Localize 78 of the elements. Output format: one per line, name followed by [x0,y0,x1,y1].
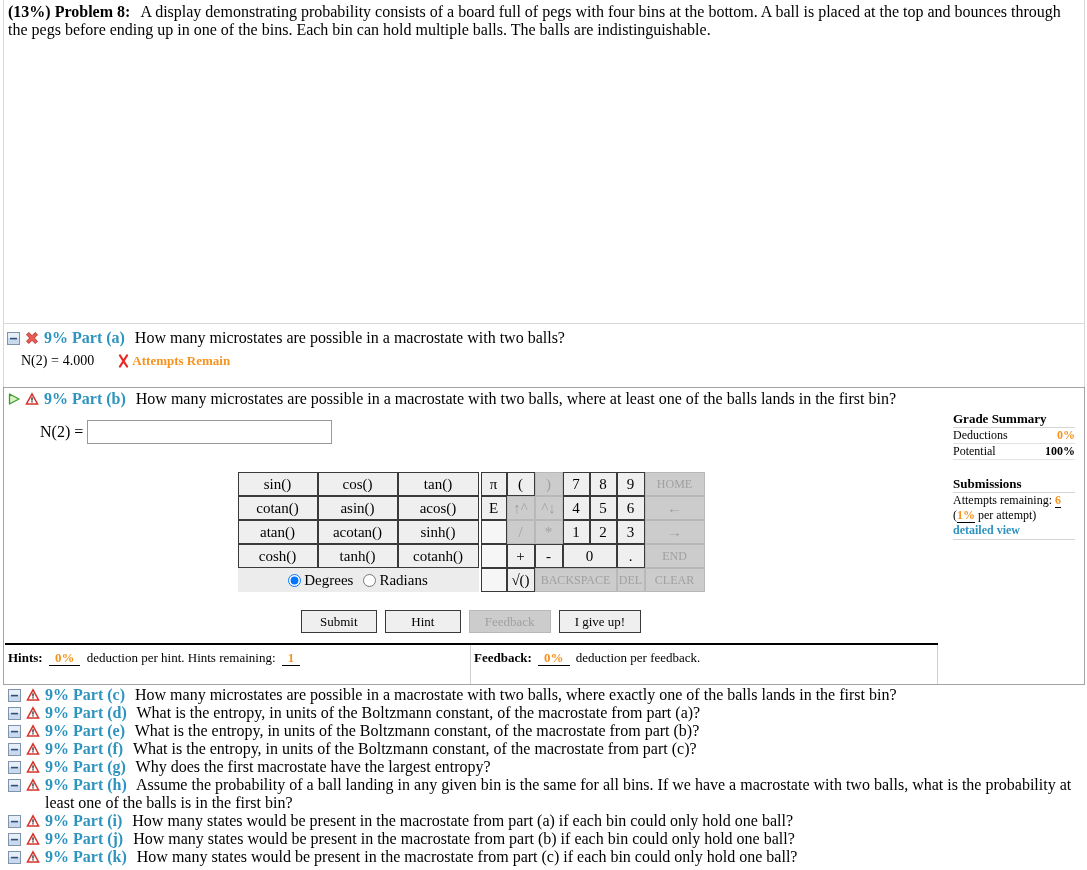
keypad-key[interactable]: 4 [562,496,590,520]
detailed-view-link[interactable]: detailed view [953,523,1020,537]
blank-key [480,520,507,544]
summary-label: Potential [953,444,996,459]
collapse-icon[interactable] [8,833,21,846]
part-question: 9% Part (i) How many states would be present in the macrostate from part (a) if each bin could only hold one ball? [45,812,794,830]
keypad-key[interactable]: π [480,472,507,496]
part-question: 9% Part (k) How many states would be present in the macrostate from part (c) if each bin could only hold one ball? [45,848,799,866]
part-question: 9% Part (d) What is the entropy, in units of the Boltzmann constant, of the macrostate from part (a)? [45,704,702,722]
collapse-icon[interactable] [8,725,21,738]
collapse-icon[interactable] [7,332,20,345]
part-question: 9% Part (j) How many states would be present in the macrostate from part (b) if each bin could only hold one ball? [45,830,796,848]
keypad-key[interactable]: E [480,496,507,520]
keypad-key[interactable]: √() [506,568,535,592]
summary-value: 0% [1057,428,1075,443]
part-question: 9% Part (b) How many microstates are possible in a macrostate with two balls, where at least one of the balls lands in the first bin? [44,390,897,408]
function-key[interactable]: atan() [237,520,318,544]
keypad-key[interactable]: ( [506,472,535,496]
play-icon[interactable] [8,393,20,405]
function-key[interactable]: acos() [397,496,479,520]
radio-label[interactable]: Degrees [304,571,354,589]
function-key[interactable]: asin() [317,496,398,520]
attempts-remaining-text: Attempts remaining: 6 [953,493,1062,508]
radio-button[interactable] [288,573,302,587]
function-key[interactable]: tan() [397,472,479,496]
hints-text: Hints: 0% deduction per hint. Hints remaining: 1 [8,650,467,666]
function-key[interactable]: acotan() [317,520,398,544]
keypad-key[interactable]: 5 [589,496,617,520]
function-key[interactable]: cos() [317,472,398,496]
answer-prompt: N(2) = [21,353,59,369]
function-key[interactable]: cotan() [237,496,318,520]
radio-button[interactable] [363,573,377,587]
result-text: Attempts Remain [132,353,231,369]
collapse-icon[interactable] [8,743,21,756]
part-question: 9% Part (c) How many microstates are possible in a macrostate with two balls, where exactly one of the balls lands in the first bin? [45,686,898,704]
keypad-key[interactable]: 9 [616,472,645,496]
blank-key [480,568,507,592]
part-question: 9% Part (h) Assume the probability of a ball landing in any given bin is the same for all bins. If we have a macrostate with two balls, what is the probability at least one of the balls is in the first bin? [45,776,1073,812]
part-question: 9% Part (f) What is the entropy, in units of the Boltzmann constant, of the macrostate from part (c)? [45,740,698,758]
keypad-key[interactable]: + [506,544,535,568]
part-question: 9% Part (e) What is the entropy, in units of the Boltzmann constant, of the macrostate from part (b)? [45,722,701,740]
function-key[interactable]: sinh() [397,520,479,544]
summary-value: 100% [1045,444,1075,459]
function-key[interactable]: cosh() [237,544,318,568]
action-button[interactable]: I give up! [558,610,642,633]
attempt-penalty-text: (1% per attempt) [953,508,1038,523]
collapse-icon[interactable] [8,779,21,792]
feedback-text: Feedback: 0% deduction per feedback. [474,650,702,666]
keypad-key[interactable]: 2 [589,520,617,544]
keypad-key[interactable]: 6 [616,496,645,520]
keypad-key[interactable]: 3 [616,520,645,544]
keypad-key[interactable]: - [534,544,563,568]
part-question: 9% Part (g) Why does the first macrostate have the largest entropy? [45,758,492,776]
action-button[interactable]: Hint [384,610,461,633]
collapse-icon[interactable] [8,761,21,774]
collapse-icon[interactable] [8,707,21,720]
action-button[interactable]: Submit [300,610,377,633]
keypad-key[interactable]: . [616,544,645,568]
keypad-key[interactable]: 7 [562,472,590,496]
function-key[interactable]: sin() [237,472,318,496]
collapse-icon[interactable] [8,689,21,702]
problem-statement: (13%) Problem 8: A display demonstrating probability consists of a board full of pegs with four bins at the bottom. A ball is placed at the top and bounces through the pegs before ending up in one of the bins. Each bin can hold multiple balls. The balls are indistinguishable. [8,3,1062,39]
keypad-key[interactable]: 8 [589,472,617,496]
function-key[interactable]: tanh() [317,544,398,568]
keypad-key[interactable]: 1 [562,520,590,544]
summary-label: Deductions [953,428,1008,443]
grade-summary-title: Grade Summary [953,411,1075,428]
collapse-icon[interactable] [8,851,21,864]
blank-key [480,544,507,568]
input-prompt: N(2) = [40,423,84,441]
part-question: 9% Part (a) How many microstates are possible in a macrostate with two balls? [44,329,566,347]
answer-value: 4.000 [62,353,95,369]
function-key[interactable]: cotanh() [397,544,479,568]
collapse-icon[interactable] [8,815,21,828]
radio-label[interactable]: Radians [379,571,428,589]
submissions-title: Submissions [953,476,1075,493]
answer-input[interactable] [87,420,333,444]
keypad-key[interactable]: 0 [562,544,617,568]
